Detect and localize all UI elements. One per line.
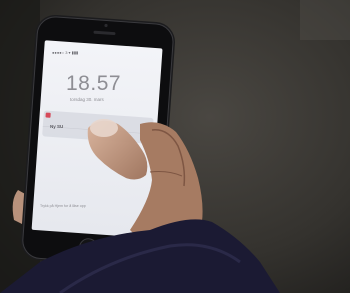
- unlock-hint: Trykk på Hjem for å låse opp: [40, 204, 86, 208]
- app-icon: [45, 112, 51, 118]
- notification-title: Ny SU: [50, 124, 64, 129]
- lockscreen-time: 18.57: [66, 72, 122, 95]
- status-bar: ●●●●○ 3 ▾ ▮▮▮: [52, 50, 79, 55]
- lockscreen-date: torsdag 30. mars: [70, 97, 104, 102]
- photo-scene: [0, 0, 350, 293]
